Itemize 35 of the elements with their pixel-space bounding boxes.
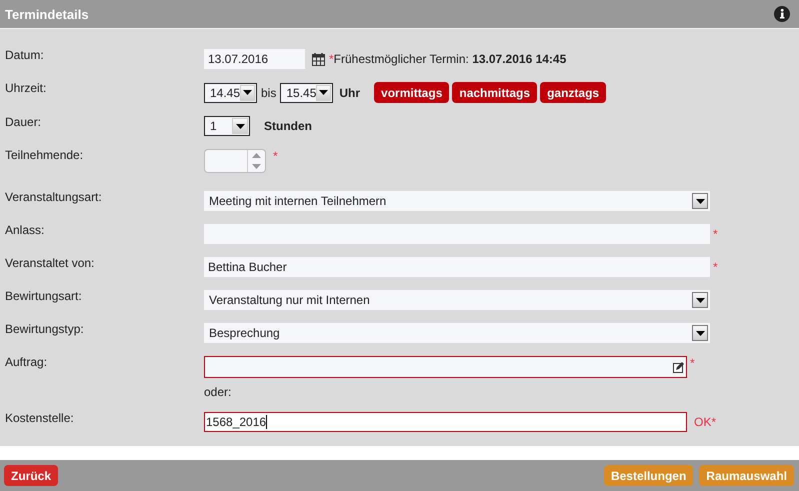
- required-marker: *: [273, 149, 278, 163]
- dropdown-select[interactable]: Besprechung: [204, 323, 710, 343]
- field-label: Anlass:: [5, 223, 46, 237]
- field-label: Kostenstelle:: [5, 411, 75, 425]
- dropdown-select[interactable]: Meeting mit internen Teilnehmern: [204, 191, 710, 211]
- unit-text: Stunden: [264, 119, 312, 133]
- text-field[interactable]: 1568_2016: [204, 412, 687, 432]
- end-time-select[interactable]: 15.45: [280, 82, 334, 102]
- field-label: Bewirtungsart:: [5, 289, 83, 303]
- dropdown-select[interactable]: Veranstaltung nur mit Internen: [204, 290, 710, 310]
- text-field[interactable]: Bettina Bucher: [204, 257, 710, 277]
- or-text: oder:: [204, 385, 232, 399]
- required-marker: *: [690, 356, 695, 370]
- earliest-date-note: *Frühestmöglicher Termin: 13.07.2016 14:45: [329, 52, 566, 66]
- field-label: Uhrzeit:: [5, 81, 48, 95]
- separator-text: bis: [261, 86, 276, 100]
- required-marker: *: [713, 260, 718, 274]
- time-preset-button[interactable]: nachmittags: [452, 82, 538, 103]
- validation-status: OK*: [694, 415, 716, 429]
- duration-select[interactable]: 1: [204, 116, 250, 136]
- unit-text: Uhr: [339, 86, 360, 100]
- field-label: Dauer:: [5, 115, 42, 129]
- date-field[interactable]: 13.07.2016: [204, 49, 305, 69]
- field-label: Datum:: [5, 48, 45, 62]
- field-label: Veranstaltungsart:: [5, 190, 103, 204]
- field-label: Bewirtungstyp:: [5, 322, 85, 336]
- start-time-select[interactable]: 14.45: [204, 82, 257, 102]
- field-label: Auftrag:: [5, 355, 48, 369]
- field-label: Veranstaltet von:: [5, 256, 96, 270]
- field-label: Teilnehmende:: [5, 148, 84, 162]
- panel-title: Termindetails: [5, 6, 89, 22]
- time-preset-button[interactable]: ganztags: [540, 82, 606, 103]
- time-preset-button[interactable]: vormittags: [374, 82, 450, 103]
- required-marker: *: [713, 227, 718, 241]
- back-button[interactable]: Zurück: [4, 465, 58, 486]
